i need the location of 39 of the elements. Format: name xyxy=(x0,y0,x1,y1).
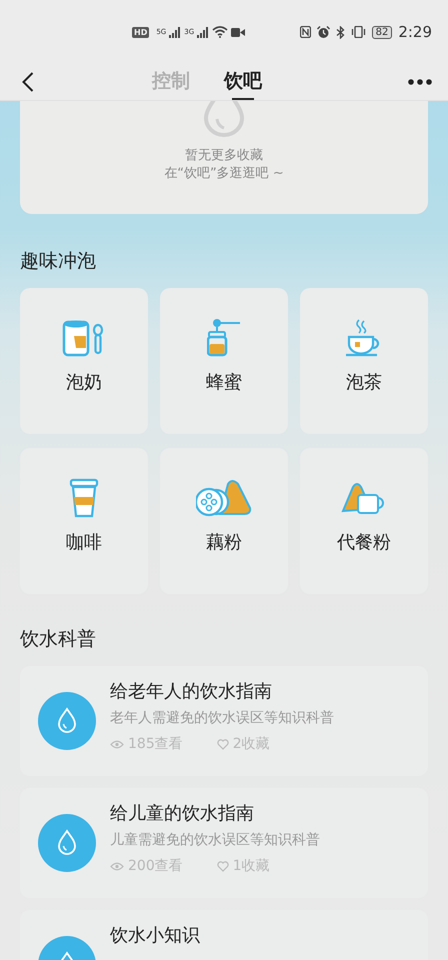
article-title: 饮水小知识 xyxy=(110,924,200,948)
clock-time: 2:29 xyxy=(398,23,432,41)
section-title: 饮水科普 xyxy=(20,628,97,650)
signal-icon xyxy=(169,26,182,38)
brew-tile[interactable]: 代餐粉 xyxy=(300,448,428,594)
coffee-cup-icon xyxy=(69,478,99,518)
brew-tile[interactable]: 藕粉 xyxy=(160,448,288,594)
more-icon[interactable] xyxy=(408,79,432,85)
eye-icon xyxy=(110,740,124,748)
eye-icon xyxy=(110,862,124,870)
wifi-icon xyxy=(212,26,228,38)
video-camera-icon xyxy=(231,28,246,36)
nfc-icon xyxy=(300,26,311,38)
honey-jar-icon xyxy=(207,318,241,358)
brew-tile[interactable]: 泡茶 xyxy=(300,288,428,434)
milk-can-icon xyxy=(62,318,106,358)
empty-message: 暂无更多收藏 xyxy=(185,147,263,165)
empty-hint: 在“饮吧”多逛逛吧 ~ xyxy=(164,165,284,183)
brew-tile[interactable]: 咖啡 xyxy=(20,448,148,594)
back-icon[interactable] xyxy=(22,72,34,92)
water-drop-icon xyxy=(38,814,96,872)
heart-icon xyxy=(216,860,229,872)
article-summary: 儿童需避免的饮水误区等知识科普 xyxy=(110,831,320,850)
water-drop-icon xyxy=(38,692,96,750)
hd-badge: HD xyxy=(132,26,150,38)
article-summary: 老年人需避免的饮水误区等知识科普 xyxy=(110,709,334,728)
bluetooth-icon xyxy=(336,26,345,38)
signal-icon xyxy=(197,26,210,38)
brew-tile[interactable]: 蜂蜜 xyxy=(160,288,288,434)
article-title: 给老年人的饮水指南 xyxy=(110,680,272,704)
alarm-icon xyxy=(316,26,330,38)
article-card[interactable]: 饮水小知识 xyxy=(20,910,428,960)
battery-level: 82 xyxy=(372,26,392,38)
section-title: 趣味冲泡 xyxy=(20,250,97,272)
lotus-root-icon xyxy=(196,478,252,518)
vibrate-icon xyxy=(350,26,366,38)
heart-icon xyxy=(216,738,229,750)
article-title: 给儿童的饮水指南 xyxy=(110,802,254,826)
brew-tile[interactable]: 泡奶 xyxy=(20,288,148,434)
